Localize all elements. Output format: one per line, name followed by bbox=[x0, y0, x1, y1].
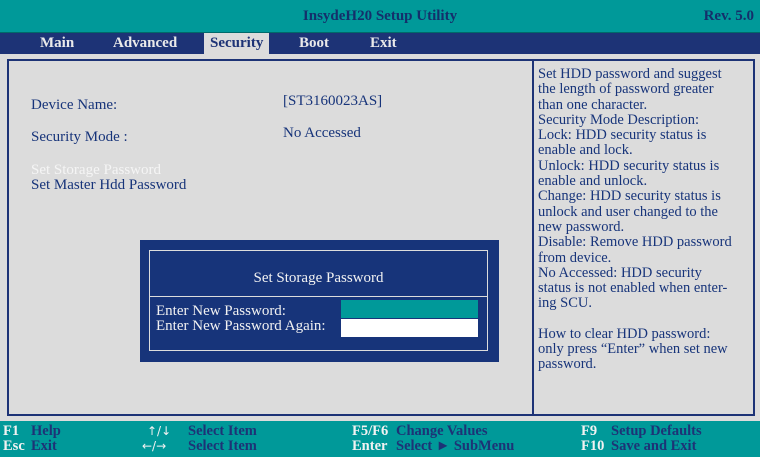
tab-advanced[interactable]: Advanced bbox=[107, 33, 183, 54]
enter-key: Enter bbox=[352, 438, 388, 454]
dialog-separator bbox=[150, 296, 487, 297]
title-bar: InsydeH20 Setup Utility Rev. 5.0 bbox=[0, 0, 760, 33]
panel-divider bbox=[532, 61, 534, 414]
help-panel: Set HDD password and suggest the length … bbox=[538, 66, 750, 373]
esc-desc: Exit bbox=[31, 438, 57, 454]
help-line: enable and unlock. bbox=[538, 173, 648, 190]
help-line: Lock: HDD security status is bbox=[538, 127, 707, 144]
help-line: the length of password greater bbox=[538, 81, 714, 98]
f10-desc: Save and Exit bbox=[611, 438, 697, 454]
left-right-arrows-icon: ←/→ bbox=[142, 439, 167, 453]
help-line: Set HDD password and suggest bbox=[538, 66, 722, 82]
help-line: new password. bbox=[538, 218, 625, 235]
tab-security[interactable]: Security bbox=[204, 33, 270, 54]
esc-key: Esc bbox=[3, 438, 25, 454]
tab-main[interactable]: Main bbox=[34, 33, 80, 54]
settings-panel: Device Name: [ST3160023AS] Security Mode… bbox=[7, 59, 755, 416]
help-line: only press “Enter” when set new bbox=[538, 341, 728, 358]
confirm-password-field[interactable] bbox=[341, 319, 478, 337]
help-line: enable and lock. bbox=[538, 142, 633, 159]
confirm-password-label: Enter New Password Again: bbox=[156, 318, 326, 334]
f10-key: F10 bbox=[581, 438, 605, 454]
device-name-label: Device Name: bbox=[31, 97, 118, 113]
revision-label: Rev. 5.0 bbox=[703, 8, 754, 24]
device-name-value: [ST3160023AS] bbox=[283, 93, 383, 109]
help-line: Unlock: HDD security status is bbox=[538, 157, 720, 174]
tab-exit[interactable]: Exit bbox=[364, 33, 403, 54]
new-password-field[interactable] bbox=[341, 300, 478, 318]
help-line: status is not enabled when enter- bbox=[538, 280, 728, 297]
help-line: How to clear HDD password: bbox=[538, 325, 711, 342]
help-line: from device. bbox=[538, 249, 612, 266]
enter-desc: Select ► SubMenu bbox=[396, 438, 515, 454]
help-line: Change: HDD security status is bbox=[538, 188, 721, 205]
dialog-frame: Set Storage Password Enter New Password:… bbox=[149, 250, 488, 351]
security-mode-label: Security Mode : bbox=[31, 129, 128, 145]
dialog-title: Set Storage Password bbox=[253, 270, 384, 286]
help-line: password. bbox=[538, 356, 597, 373]
help-line: than one character. bbox=[538, 96, 648, 113]
help-line: ing SCU. bbox=[538, 295, 592, 312]
menu-bar: Main Advanced Security Boot Exit bbox=[0, 33, 760, 54]
app-title: InsydeH20 Setup Utility bbox=[302, 8, 458, 24]
help-line: No Accessed: HDD security bbox=[538, 264, 702, 281]
set-master-hdd-password-item[interactable]: Set Master Hdd Password bbox=[31, 177, 186, 194]
security-mode-value: No Accessed bbox=[283, 125, 361, 141]
up-down-arrows-icon: ↑/↓ bbox=[147, 424, 172, 438]
tab-boot[interactable]: Boot bbox=[293, 33, 335, 54]
help-spacer bbox=[538, 312, 750, 327]
help-line: Disable: Remove HDD password bbox=[538, 234, 732, 251]
password-dialog: Set Storage Password Enter New Password:… bbox=[140, 240, 499, 362]
help-line: unlock and user changed to the bbox=[538, 203, 718, 220]
help-line: Security Mode Description: bbox=[538, 111, 700, 128]
key-legend: F1 Help Esc Exit ↑/↓ Select Item ←/→ Sel… bbox=[0, 421, 760, 457]
leftright-desc: Select Item bbox=[188, 438, 257, 454]
